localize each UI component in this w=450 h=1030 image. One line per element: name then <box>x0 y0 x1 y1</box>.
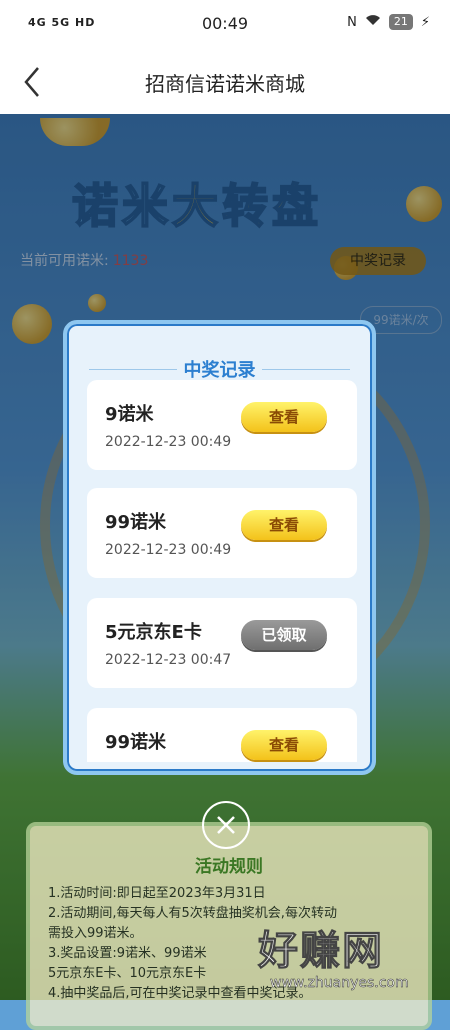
view-button[interactable]: 查看 <box>241 510 327 540</box>
record-card: 9诺米 2022-12-23 00:49 查看 <box>87 380 357 470</box>
nav-bar: 招商信诺诺米商城 <box>0 50 450 114</box>
prize-date: 2022-12-23 00:49 <box>105 434 232 450</box>
record-card: 5元京东E卡 2022-12-23 00:47 已领取 <box>87 598 357 688</box>
prize-date: 2022-12-23 00:47 <box>105 652 232 668</box>
view-button[interactable]: 查看 <box>241 730 327 760</box>
rules-title: 活动规则 <box>195 857 263 877</box>
status-bar: 4G 5G HD 00:49 N 21 ⚡ <box>0 0 450 50</box>
view-button[interactable]: 查看 <box>241 402 327 432</box>
title-divider <box>262 369 350 370</box>
watermark-logo: 好赚网 <box>258 928 384 975</box>
prize-name: 99诺米 <box>105 512 167 533</box>
rules-line: 1.活动时间:即日起至2023年3月31日 <box>48 886 266 901</box>
charging-icon: ⚡ <box>420 14 430 30</box>
page-title: 招商信诺诺米商城 <box>145 72 305 96</box>
prize-name: 5元京东E卡 <box>105 622 202 643</box>
close-icon <box>217 816 235 834</box>
records-list[interactable]: 9诺米 2022-12-23 00:49 查看 99诺米 2022-12-23 … <box>87 380 357 762</box>
claimed-button[interactable]: 已领取 <box>241 620 327 650</box>
watermark-url: www.zhuanyes.com <box>270 975 409 992</box>
wifi-icon <box>365 14 381 30</box>
record-card: 99诺米 查看 <box>87 708 357 762</box>
close-button[interactable] <box>202 801 250 849</box>
prize-records-modal: 中奖记录 9诺米 2022-12-23 00:49 查看 99诺米 2022-1… <box>63 320 376 775</box>
prize-date: 2022-12-23 00:49 <box>105 542 232 558</box>
prize-name: 9诺米 <box>105 404 154 425</box>
battery-level: 21 <box>388 14 413 30</box>
record-card: 99诺米 2022-12-23 00:49 查看 <box>87 488 357 578</box>
nfc-icon: N <box>347 14 357 30</box>
prize-name: 99诺米 <box>105 732 167 753</box>
status-icons: N 21 ⚡ <box>347 14 430 30</box>
